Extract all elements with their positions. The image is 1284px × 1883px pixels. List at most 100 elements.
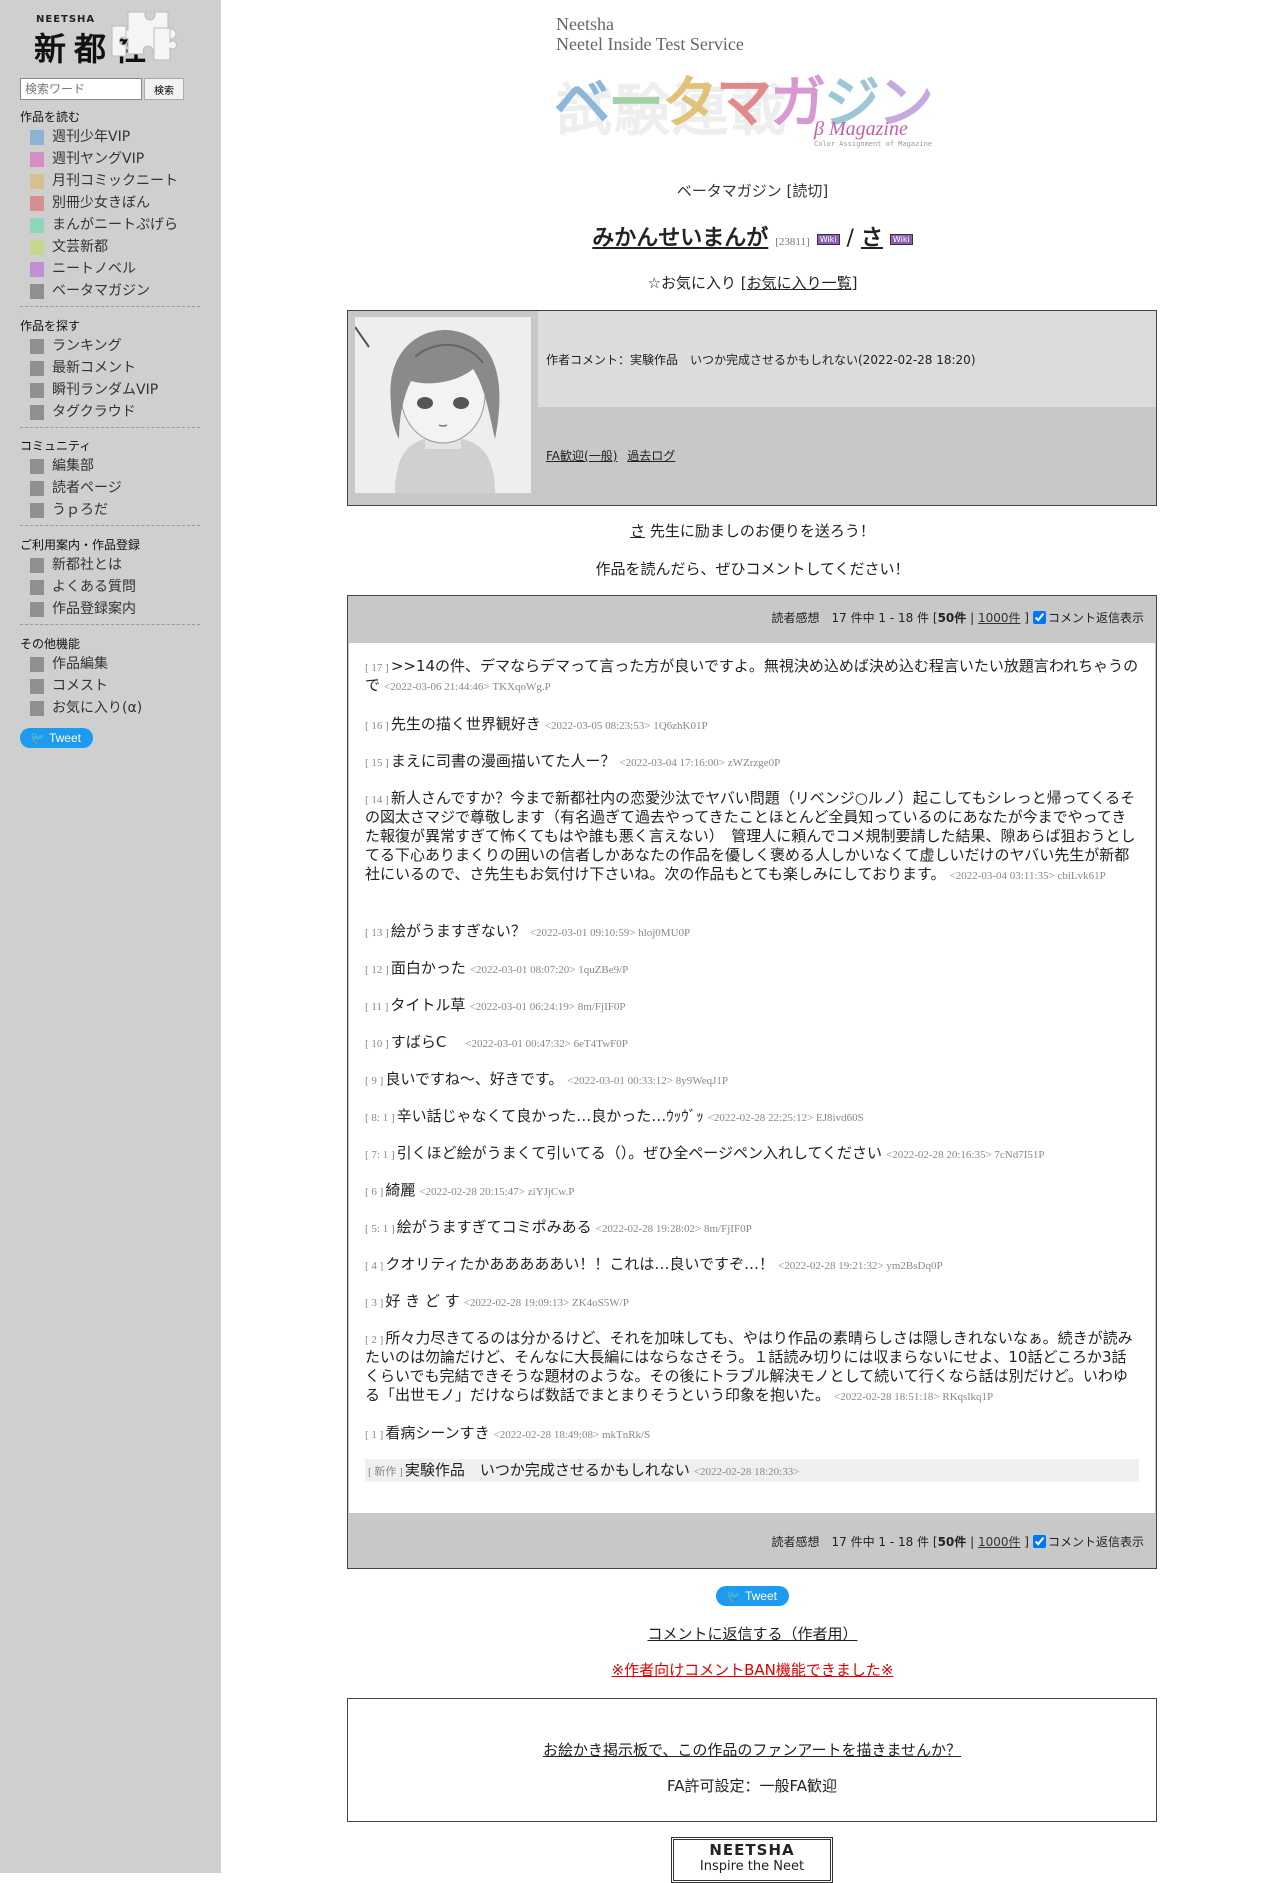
- sidebar-item-bungei-shinto[interactable]: 文芸新都: [20, 236, 200, 258]
- past-log-link[interactable]: 過去ログ: [627, 449, 675, 463]
- sidebar-item-manga-neet-pugera[interactable]: まんがニートぷげら: [20, 214, 200, 236]
- sidebar-item-faq[interactable]: よくある質問: [20, 576, 200, 598]
- comments-footer-bar: 読者感想 17 件中 1 - 18 件 [50件 | 1000件 ] コメント返信…: [771, 1535, 1144, 1549]
- color-swatch: [30, 405, 44, 420]
- encourage-comment-text: 作品を読んだら、ぜひコメントしてください！: [595, 560, 910, 578]
- comment-item: [ 2 ] 所々力尽きてるのは分かるけど、それを加味しても、やはり作品の素晴らしさ…: [365, 1329, 1133, 1404]
- comment-item: [ 7: 1 ] 引くほど絵がうまくて引いてる（）。ぜひ全ページペン入れしてくださ…: [365, 1144, 1045, 1162]
- comment-item: [ 5: 1 ] 絵がうますぎてコミポみある <2022-02-28 19:28:0…: [365, 1218, 752, 1236]
- divider: [20, 306, 200, 307]
- section-title: その他機能: [20, 637, 81, 651]
- color-swatch: [30, 196, 44, 211]
- comment-item: [ 13 ] 絵がうますぎない？ <2022-03-01 09:10:59> hlo…: [365, 922, 691, 940]
- color-swatch: [30, 383, 44, 398]
- comment-ban-link[interactable]: ※作者向けコメントBAN機能できました※: [612, 1661, 894, 1679]
- work-info-box: 作者コメント：実験作品 いつか完成させるかもしれない(2022-02-28 18…: [347, 310, 1157, 506]
- color-swatch: [30, 602, 44, 617]
- comment-item: [ 9 ] 良いですね～、好きです。 <2022-03-01 00:33:12> 8…: [365, 1070, 729, 1088]
- sidebar-item-about[interactable]: 新都社とは: [20, 554, 200, 576]
- comments-header-bar: 読者感想 17 件中 1 - 18 件 [50件 | 1000件 ] コメント返信…: [771, 611, 1144, 625]
- section-title: 作品を読む: [20, 110, 81, 124]
- color-swatch: [30, 701, 44, 716]
- fan-art-link[interactable]: お絵かき掲示板で、この作品のファンアートを描きませんか？: [543, 1741, 961, 1759]
- encourage-line: さ 先生に励ましのお便りを送ろう！: [630, 522, 875, 540]
- show-1000-link[interactable]: 1000件: [978, 1535, 1021, 1549]
- comment-item: [ 8: 1 ] 辛い話じゃなくて良かった…良かった…ｳｯｳﾞｯ <2022-02-…: [365, 1107, 864, 1125]
- sidebar-item-monthly-comic-neet[interactable]: 月刊コミックニート: [20, 170, 200, 192]
- footer-logo[interactable]: NEETSHA Inspire the Neet: [671, 1837, 833, 1883]
- show-50-option[interactable]: 50件: [938, 1535, 967, 1549]
- show-50-option[interactable]: 50件: [938, 611, 967, 625]
- magazine-header: Neetsha Neetel Inside Test Service 試験連載 …: [554, 14, 976, 154]
- author-comment-panel: 作者コメント：実験作品 いつか完成させるかもしれない(2022-02-28 18…: [538, 311, 1156, 407]
- search-input[interactable]: [20, 78, 142, 100]
- sidebar-item-tag-cloud[interactable]: タグクラウド: [20, 401, 200, 423]
- color-swatch: [30, 152, 44, 167]
- sidebar-item-ranking[interactable]: ランキング: [20, 335, 200, 357]
- header-line1: Neetsha: [556, 14, 614, 34]
- sidebar-item-comest[interactable]: コメスト: [20, 675, 200, 697]
- ban-link-wrap: ※作者向けコメントBAN機能できました※: [221, 1659, 1284, 1680]
- sidebar-item-neet-novel[interactable]: ニートノベル: [20, 258, 200, 280]
- work-title-link[interactable]: みかんせいまんが: [592, 226, 768, 251]
- author-link[interactable]: さ: [861, 226, 883, 251]
- sidebar-item-favorites[interactable]: お気に入り(α): [20, 697, 200, 719]
- comment-list: [ 17 ] >>14の件、デマならデマって言った方が良いですよ。無視決め込めば決…: [349, 643, 1155, 1513]
- color-swatch: [30, 459, 44, 474]
- section-title: ご利用案内・作品登録: [20, 538, 141, 552]
- color-swatch: [30, 679, 44, 694]
- sidebar-item-weekly-young-vip[interactable]: 週刊ヤングVIP: [20, 148, 200, 170]
- sidebar-item-bessatsu-shoujo[interactable]: 別冊少女きぼん: [20, 192, 200, 214]
- favorite-line: ☆お気に入り [お気に入り一覧]: [647, 274, 858, 292]
- header-subtitle: β Magazine: [814, 118, 908, 140]
- sidebar-item-beta-magazine[interactable]: ベータマガジン: [20, 280, 200, 302]
- work-thumbnail[interactable]: [355, 317, 531, 493]
- tweet-button[interactable]: 🐦 Tweet: [20, 728, 93, 748]
- header-tiny-text: Color Assignment of Magazine: [814, 140, 933, 148]
- magazine-label: ベータマガジン [読切]: [676, 182, 829, 200]
- tweet-button[interactable]: 🐦 Tweet: [716, 1586, 789, 1606]
- divider: [20, 624, 200, 625]
- view-count: [23811]: [775, 236, 810, 248]
- sidebar-item-random-vip[interactable]: 瞬刊ランダムVIP: [20, 379, 200, 401]
- sidebar-item-reader-page[interactable]: 読者ページ: [20, 477, 200, 499]
- section-title: 作品を探す: [20, 319, 81, 333]
- color-swatch: [30, 240, 44, 255]
- comment-item: [ 11 ] タイトル草 <2022-03-01 06:24:19> 8m/FjIF…: [365, 996, 626, 1014]
- show-1000-link[interactable]: 1000件: [978, 611, 1021, 625]
- sidebar-item-editorial[interactable]: 編集部: [20, 455, 200, 477]
- sidebar-item-weekly-shonen-vip[interactable]: 週刊少年VIP: [20, 126, 200, 148]
- sidebar-item-latest-comments[interactable]: 最新コメント: [20, 357, 200, 379]
- sidebar-item-uploader[interactable]: うｐろだ: [20, 499, 200, 521]
- site-logo[interactable]: NEETSHA 新都社: [28, 4, 188, 68]
- comment-item: [ 15 ] まえに司書の漫画描いてた人ー？ <2022-03-04 17:16:0…: [365, 752, 781, 770]
- color-swatch: [30, 481, 44, 496]
- encourage-author-link[interactable]: さ: [630, 522, 645, 540]
- sidebar-item-registration[interactable]: 作品登録案内: [20, 598, 200, 620]
- sidebar-section-community: コミュニティ 編集部 読者ページ うｐろだ: [20, 437, 200, 526]
- sidebar-section-other: その他機能 作品編集 コメスト お気に入り(α): [20, 635, 200, 719]
- sidebar-item-edit-work[interactable]: 作品編集: [20, 653, 200, 675]
- color-swatch: [30, 580, 44, 595]
- comment-item: [ 1 ] 看病シーンすき <2022-02-28 18:49:08> mkTnRk…: [365, 1424, 651, 1442]
- wiki-button[interactable]: Wiki: [816, 233, 840, 245]
- section-title: コミュニティ: [20, 439, 92, 453]
- footer-tweet-wrap: 🐦 Tweet: [221, 1585, 1284, 1606]
- author-wiki-button[interactable]: Wiki: [889, 233, 913, 245]
- show-replies-checkbox[interactable]: [1032, 611, 1046, 624]
- header-line2: Neetel Inside Test Service: [556, 34, 744, 54]
- work-title-line: みかんせいまんが [23811] Wiki / さ Wiki: [221, 220, 1284, 252]
- manga-girl-illustration: [355, 317, 531, 493]
- favorite-star-button[interactable]: ☆お気に入り: [648, 274, 736, 292]
- search-button[interactable]: 検索: [144, 78, 184, 100]
- fa-welcome-link[interactable]: FA歓迎(一般): [546, 449, 617, 463]
- sidebar: NEETSHA 新都社 検索 作品を読む 週刊少年VIP 週刊ヤングVIP 月刊…: [0, 0, 221, 1873]
- author-comment: 作者コメント：実験作品 いつか完成させるかもしれない(2022-02-28 18…: [546, 353, 976, 367]
- twitter-bird-icon: 🐦: [30, 731, 45, 745]
- reply-to-comments-link[interactable]: コメントに返信する（作者用）: [647, 1625, 857, 1643]
- comment-item: [ 17 ] >>14の件、デマならデマって言った方が良いですよ。無視決め込めば決…: [365, 657, 1139, 694]
- reply-link-wrap: コメントに返信する（作者用）: [221, 1623, 1284, 1644]
- favorite-list-link[interactable]: お気に入り一覧: [747, 274, 852, 292]
- divider: [20, 525, 200, 526]
- show-replies-checkbox[interactable]: [1032, 1535, 1046, 1548]
